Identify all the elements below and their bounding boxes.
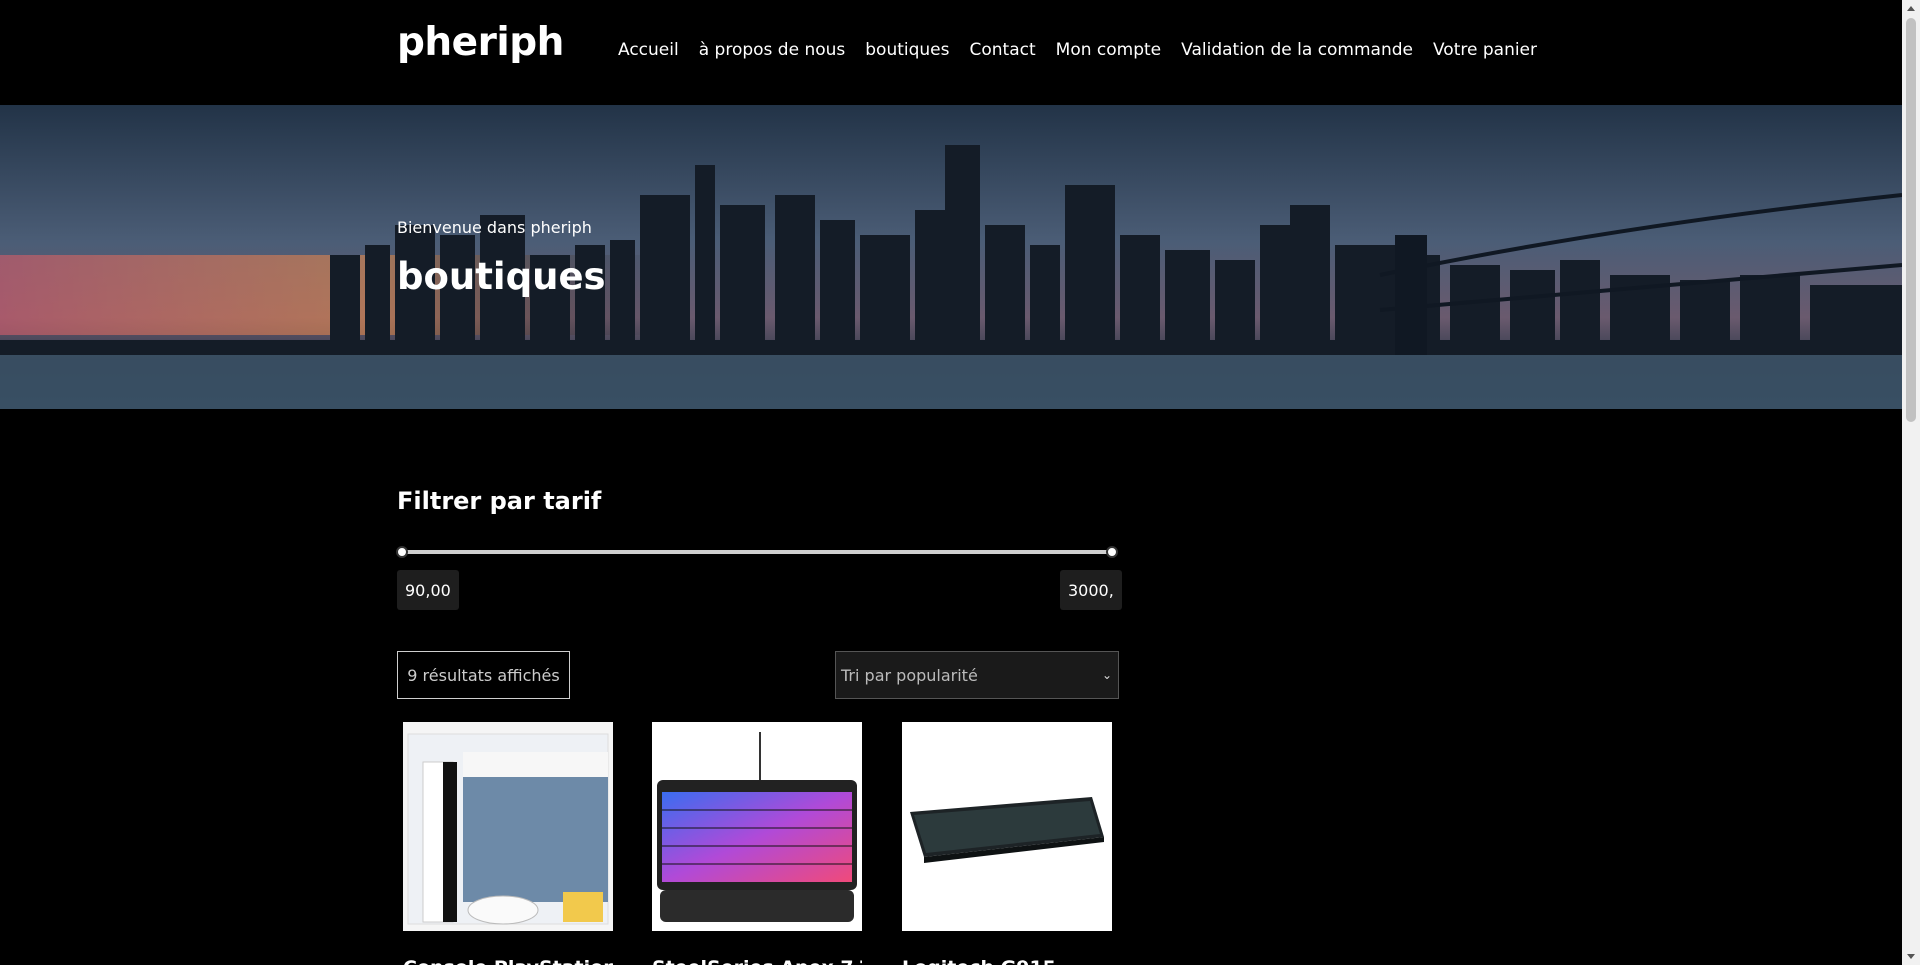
page-scrollbar[interactable] [1902,0,1920,965]
city-skyline-image [0,105,1902,409]
nav-item-boutiques[interactable]: boutiques [865,40,949,60]
sort-select-value: Tri par popularité [841,665,978,685]
site-header: pheriph Accueil à propos de nous boutiqu… [0,0,1902,105]
product-image-ps5[interactable] [403,722,613,931]
price-min-value: 90,00 [397,570,459,610]
product-card[interactable]: SteelSeries Apex 7 TKL [652,722,862,965]
price-min-handle[interactable] [396,546,408,558]
scrollbar-thumb[interactable] [1906,18,1916,422]
hero-banner: Bienvenue dans pheriph boutiques [0,105,1902,409]
scroll-up-arrow-icon[interactable] [1907,6,1915,11]
nav-item-checkout[interactable]: Validation de la commande [1181,40,1413,60]
price-filter-title: Filtrer par tarif [397,487,602,515]
hero-subtitle: Bienvenue dans pheriph [397,218,592,237]
price-max-handle[interactable] [1106,546,1118,558]
product-name[interactable]: Console PlayStation 5 [403,957,613,965]
nav-item-contact[interactable]: Contact [970,40,1036,60]
product-name[interactable]: Logitech G915 [902,957,1112,965]
nav-item-about[interactable]: à propos de nous [699,40,846,60]
product-name[interactable]: SteelSeries Apex 7 TKL [652,957,862,965]
scroll-down-arrow-icon[interactable] [1907,954,1915,959]
results-count: 9 résultats affichés [397,651,570,699]
product-image-keyboard-low-profile[interactable] [902,722,1112,931]
price-range-slider[interactable] [396,546,1118,558]
nav-item-cart[interactable]: Votre panier [1433,40,1537,60]
nav-item-account[interactable]: Mon compte [1056,40,1161,60]
main-nav: Accueil à propos de nous boutiques Conta… [618,40,1557,60]
sort-select[interactable]: Tri par popularité ⌄ [835,651,1119,699]
product-card[interactable]: Logitech G915 [902,722,1112,965]
product-card[interactable]: Console PlayStation 5 [403,722,613,965]
site-logo[interactable]: pheriph [397,20,564,65]
nav-item-accueil[interactable]: Accueil [618,40,679,60]
price-max-value: 3000, [1060,570,1122,610]
product-image-keyboard-rgb[interactable] [652,722,862,931]
page-title: boutiques [397,255,606,298]
chevron-down-icon: ⌄ [1101,668,1112,682]
